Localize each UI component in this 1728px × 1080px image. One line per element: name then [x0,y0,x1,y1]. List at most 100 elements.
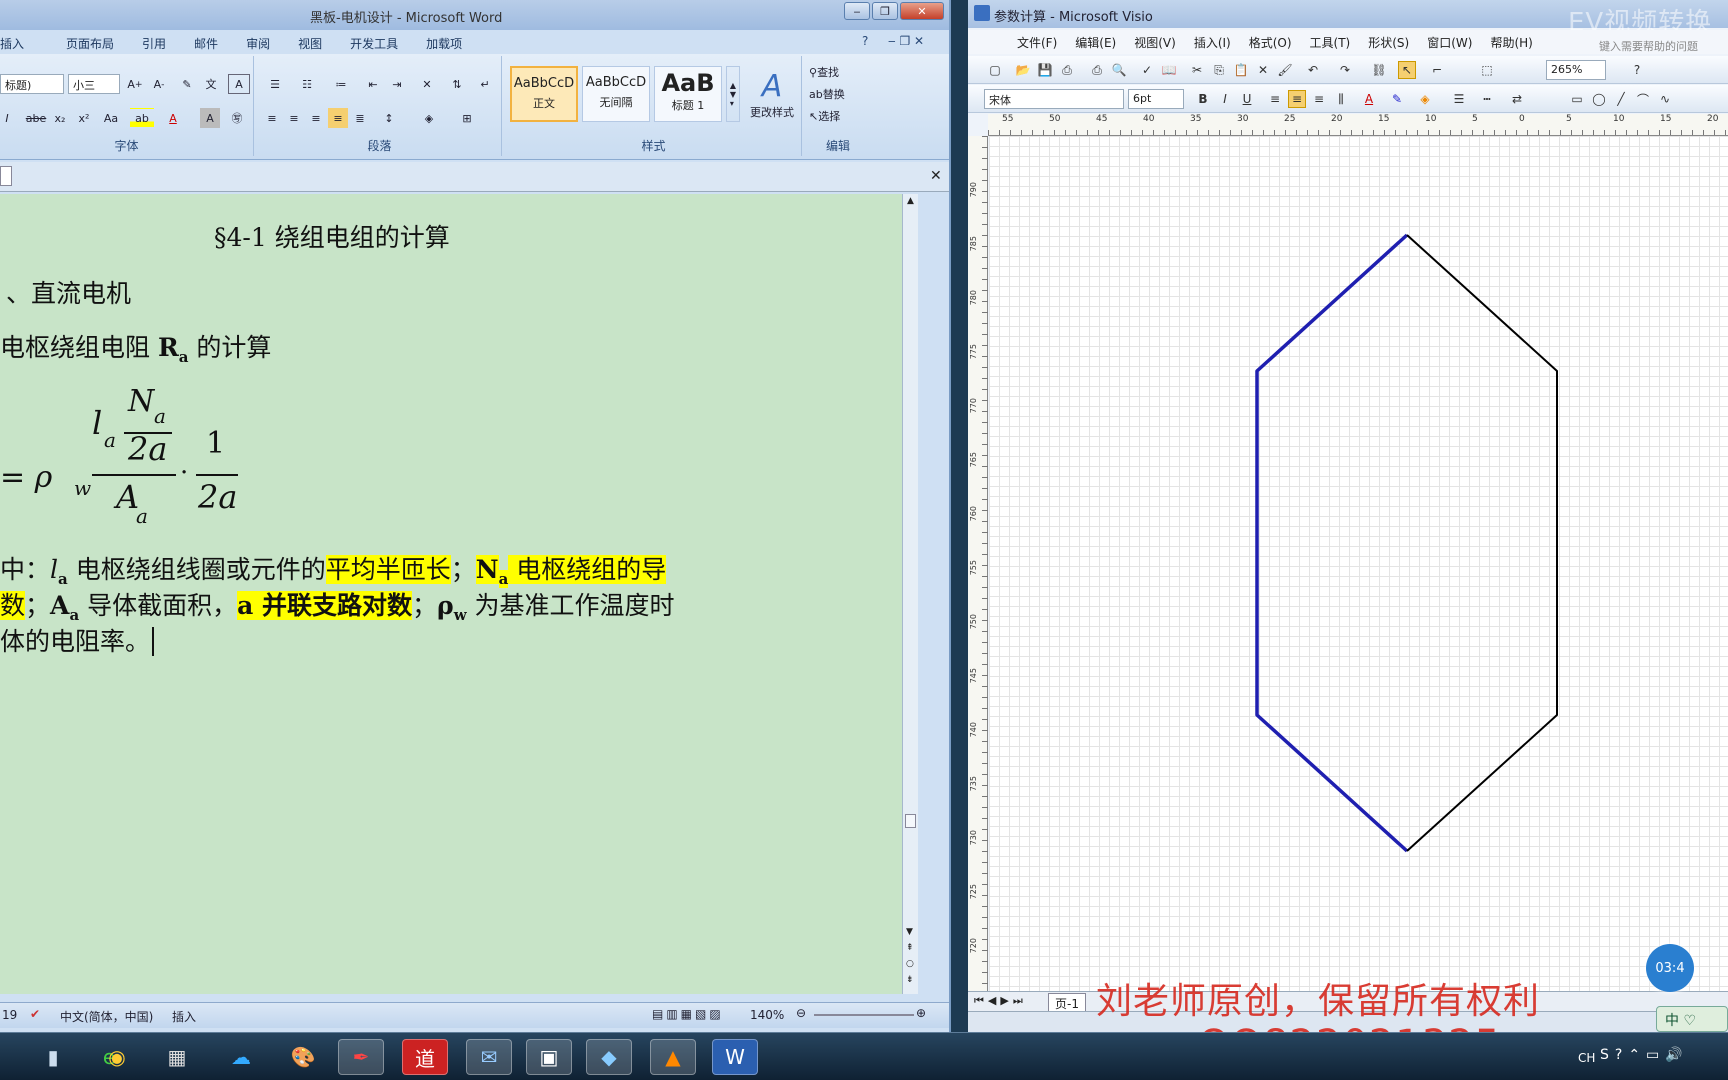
tab-references[interactable]: 引用 [128,32,180,54]
styles-scroll[interactable]: ▲ ▼ ▾ [726,66,740,122]
permission-icon[interactable]: ⎙ [1058,61,1076,79]
rectangle-tool-icon[interactable]: ▭ [1568,90,1586,108]
tool-icon[interactable]: ▣ [526,1039,572,1075]
mail-icon[interactable]: ✉ [466,1039,512,1075]
subscript-icon[interactable]: x₂ [50,108,70,128]
select-button[interactable]: ↖ 选择 [808,106,868,126]
new-icon[interactable]: ▢ [986,61,1004,79]
close-button[interactable]: ✕ [900,2,944,20]
freeform-tool-icon[interactable]: ∿ [1656,90,1674,108]
superscript-icon[interactable]: x² [74,108,94,128]
connector-tool-icon[interactable]: ⌐ [1428,61,1446,79]
scroll-up-icon[interactable]: ▲ [903,196,918,206]
research-icon[interactable]: 📖 [1160,61,1178,79]
print-icon[interactable]: ⎙ [1088,61,1106,79]
ribbon-min-icon[interactable]: ‒ ❐ ✕ [888,34,924,48]
sort-icon[interactable]: ⇅ [446,74,468,94]
hyperlink-icon[interactable]: ⛓ [1370,61,1388,79]
hexagon-left-edges[interactable] [1255,233,1409,853]
word-taskbar-icon[interactable]: W [712,1039,758,1075]
change-styles-button[interactable]: A 更改样式 [744,64,800,124]
shapes-icon[interactable]: ⬚ [1478,61,1496,79]
numbering-icon[interactable]: ☷ [294,74,320,94]
paint-icon[interactable]: 🎨 [280,1039,326,1075]
line-tool-icon[interactable]: ╱ [1612,90,1630,108]
zoom-level[interactable]: 140% [750,1008,784,1022]
language-status[interactable]: 中文(简体，中国) [60,1008,153,1025]
browse-object-icons[interactable]: ▼ ⇞ ○ ⇟ [906,924,914,988]
tab-selector[interactable] [0,166,12,186]
italic-icon[interactable]: I [1216,90,1234,108]
tray-lang[interactable]: CH [1578,1051,1595,1065]
char-border-icon[interactable]: A [228,74,250,94]
menu-help[interactable]: 帮助(H) [1481,30,1541,54]
scroll-thumb[interactable] [905,814,916,828]
italic-icon[interactable]: I [0,108,14,128]
arc-tool-icon[interactable]: ⌒ [1634,90,1652,108]
delete-icon[interactable]: ✕ [1254,61,1272,79]
line-spacing-icon[interactable]: ↕ [376,108,402,128]
matlab-icon[interactable]: ▲ [650,1039,696,1075]
style-no-spacing[interactable]: AaBbCcD 无间隔 [582,66,650,122]
distribute-icon[interactable]: ≣ [350,108,370,128]
line-ends-icon[interactable]: ⇄ [1508,90,1526,108]
tab-developer[interactable]: 开发工具 [336,32,412,54]
explorer-icon[interactable]: ▮ [30,1039,76,1075]
menu-format[interactable]: 格式(O) [1240,30,1301,54]
zoom-slider[interactable] [814,1014,914,1016]
clear-format-icon[interactable]: ✎ [176,74,198,94]
borders-icon[interactable]: ⊞ [454,108,480,128]
print-preview-icon[interactable]: 🔍 [1110,61,1128,79]
shading-icon[interactable]: ◈ [416,108,442,128]
char-shading-icon[interactable]: A [200,108,220,128]
help-icon[interactable]: ? [862,34,868,48]
copy-icon[interactable]: ⎘ [1210,61,1228,79]
tab-insert[interactable]: 插入 [0,32,38,54]
minimize-button[interactable]: ‒ [844,2,870,20]
font-size-select[interactable]: 小三 [68,74,120,94]
help-search-input[interactable]: 键入需要帮助的问题 [1590,34,1707,58]
visio-app-icon[interactable] [974,5,990,21]
document-page[interactable]: §4-1 绕组电组的计算 、直流电机 电枢绕组电阻 Ra 的计算 = ρ w l… [0,194,902,994]
restore-button[interactable]: ❐ [872,2,898,20]
find-button[interactable]: ⚲ 查找 [808,62,868,82]
visio-titlebar[interactable]: 参数计算 - Microsoft Visio EV视频转换 [968,0,1728,38]
ellipse-tool-icon[interactable]: ◯ [1590,90,1608,108]
align-center-icon[interactable]: ≡ [1288,90,1306,108]
tab-mailings[interactable]: 邮件 [180,32,232,54]
menu-insert[interactable]: 插入(I) [1185,30,1240,54]
grow-font-icon[interactable]: A + [124,74,146,94]
tray-icons[interactable]: S?⌃▭🔊 [1600,1047,1689,1063]
hexagon-right-edges[interactable] [1406,234,1558,852]
align-right-icon[interactable]: ≡ [1310,90,1328,108]
tab-addins[interactable]: 加载项 [412,32,476,54]
zoom-out-icon[interactable]: ⊖ [796,1006,806,1020]
menu-edit[interactable]: 编辑(E) [1066,30,1125,54]
menu-tools[interactable]: 工具(T) [1301,30,1360,54]
menu-window[interactable]: 窗口(W) [1418,30,1481,54]
close-pane-icon[interactable]: ✕ [930,168,942,184]
align-left-icon[interactable]: ≡ [262,108,282,128]
replace-button[interactable]: ab 替换 [808,84,868,104]
chrome-taskbar-icon[interactable]: ◉ [94,1039,140,1075]
change-case-icon[interactable]: Aa [98,108,124,128]
format-painter-icon[interactable]: 🖌 [1276,61,1294,79]
font-select[interactable]: 宋体 [984,89,1124,109]
line-pattern-icon[interactable]: ┅ [1478,90,1496,108]
youdao-icon[interactable]: 道 [402,1039,448,1075]
help-icon[interactable]: ? [1628,61,1646,79]
calculator-icon[interactable]: ▦ [154,1039,200,1075]
font-size-select[interactable]: 6pt [1128,89,1184,109]
word-vertical-scrollbar[interactable]: ▲ ▼ ⇞ ○ ⇟ [902,194,918,994]
pdf-icon[interactable]: ✒ [338,1039,384,1075]
page-nav-icons[interactable]: ⏮◀▶⏭ [974,994,1027,1008]
word-titlebar[interactable]: 黑板-电机设计 - Microsoft Word ‒ ❐ ✕ [0,0,949,30]
chinese-layout-icon[interactable]: ✕ [414,74,440,94]
distribute-icon[interactable]: ⫼ [1332,90,1350,108]
menu-shape[interactable]: 形状(S) [1359,30,1418,54]
enclose-char-icon[interactable]: ㊢ [226,108,248,128]
paste-icon[interactable]: 📋 [1232,61,1250,79]
show-marks-icon[interactable]: ↵ [474,74,496,94]
undo-icon[interactable]: ↶ [1304,61,1322,79]
increase-indent-icon[interactable]: ⇥ [386,74,408,94]
